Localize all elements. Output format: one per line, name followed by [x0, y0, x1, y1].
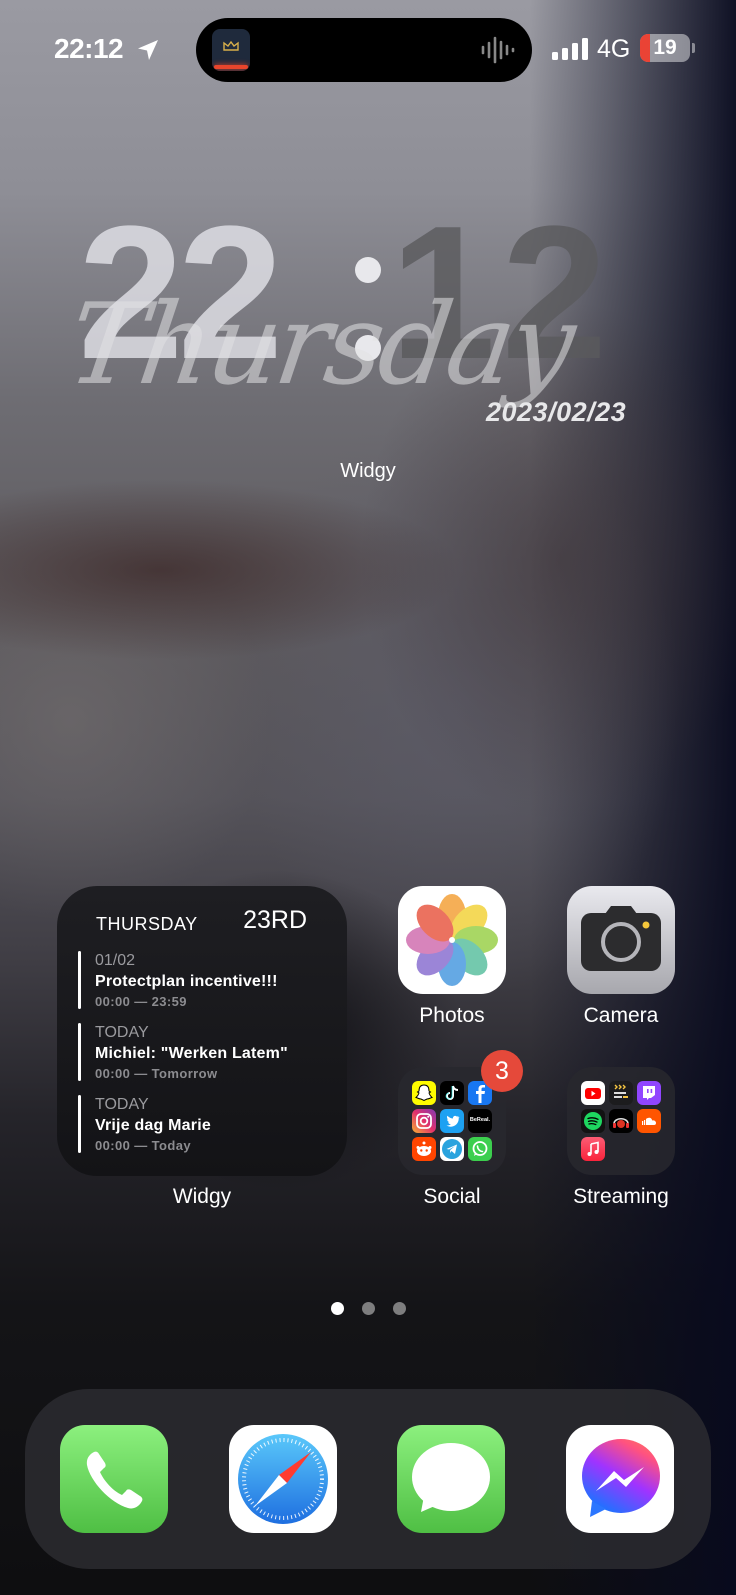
- youtube-icon: [581, 1081, 605, 1105]
- event-when: 01/02: [95, 952, 136, 969]
- cellular-signal-icon: [552, 38, 588, 60]
- bereal-icon: BeReal.: [468, 1109, 492, 1133]
- event-title: Protectplan incentive!!!: [95, 973, 278, 990]
- waveform-icon: [481, 36, 515, 64]
- calendar-day: THURSDAY: [96, 914, 198, 934]
- event-title: Vrije dag Marie: [95, 1117, 211, 1134]
- clock-widget-label: Widgy: [340, 460, 396, 482]
- clock-day-name: Thursday: [60, 280, 579, 410]
- dock-app-phone[interactable]: [60, 1425, 168, 1533]
- event-when: TODAY: [95, 1096, 149, 1113]
- photos-icon: [398, 886, 506, 994]
- dock-app-messages[interactable]: [397, 1425, 505, 1533]
- calendar-event[interactable]: TODAY Vrije dag Marie 00:00 — Today: [78, 1095, 328, 1153]
- safari-icon: [238, 1434, 328, 1524]
- network-type: 4G: [597, 35, 631, 63]
- calendar-date: 23RD: [243, 906, 307, 934]
- app-label: Streaming: [573, 1185, 669, 1208]
- event-title: Michiel: "Werken Latem": [95, 1045, 288, 1062]
- event-when: TODAY: [95, 1024, 149, 1041]
- app-label: Social: [423, 1185, 481, 1208]
- app-photos[interactable]: Photos: [397, 886, 507, 1028]
- telegram-icon: [440, 1137, 464, 1161]
- battery-cap: [692, 43, 695, 53]
- page-indicator[interactable]: [0, 1302, 736, 1315]
- messages-icon: [412, 1443, 490, 1512]
- battery-indicator: 19: [640, 34, 690, 62]
- music-player-icon: [609, 1109, 633, 1133]
- apple-music-icon: [581, 1137, 605, 1161]
- status-time: 22:12: [54, 33, 124, 64]
- dock-app-messenger[interactable]: [566, 1425, 674, 1533]
- calendar-event[interactable]: TODAY Michiel: "Werken Latem" 00:00 — To…: [78, 1023, 328, 1081]
- dock: [25, 1389, 711, 1569]
- soundcloud-icon: [637, 1109, 661, 1133]
- status-bar: 22:12 4G 19: [0, 0, 736, 100]
- app-label: Camera: [583, 1004, 659, 1027]
- calendar-event[interactable]: 01/02 Protectplan incentive!!! 00:00 — 2…: [78, 951, 328, 1009]
- phone-icon: [86, 1451, 143, 1509]
- tiktok-icon: [440, 1081, 464, 1105]
- page-dot-1[interactable]: [330, 1302, 344, 1315]
- dock-app-safari[interactable]: [229, 1425, 337, 1533]
- calendar-widget-label: Widgy: [172, 1185, 232, 1208]
- page-dot-2[interactable]: [361, 1302, 375, 1315]
- app-camera[interactable]: Camera: [566, 886, 676, 1028]
- clock-widget[interactable]: 22 12 Thursday 2023/02/23: [60, 190, 680, 440]
- instagram-icon: [412, 1109, 436, 1133]
- moviebox-icon: [609, 1081, 633, 1105]
- clock-date: 2023/02/23: [486, 397, 627, 427]
- page-dot-3[interactable]: [392, 1302, 406, 1315]
- battery-percent: 19: [653, 36, 677, 59]
- location-arrow-icon: [138, 40, 158, 60]
- dynamic-island[interactable]: [196, 18, 532, 82]
- snapchat-icon: [412, 1081, 436, 1105]
- bereal-label: BeReal.: [469, 1117, 491, 1123]
- twitter-icon: [440, 1109, 464, 1133]
- app-label: Photos: [419, 1004, 485, 1027]
- reddit-icon: [412, 1137, 436, 1161]
- activity-progress-bar: [214, 65, 248, 69]
- folder-icon: [567, 1067, 675, 1175]
- calendar-widget[interactable]: THURSDAY 23RD 01/02 Protectplan incentiv…: [57, 886, 347, 1176]
- camera-icon: [567, 886, 675, 994]
- notification-badge: 3: [481, 1050, 523, 1092]
- whatsapp-icon: [468, 1137, 492, 1161]
- twitch-icon: [637, 1081, 661, 1105]
- event-time: 00:00 — Tomorrow: [95, 1066, 218, 1081]
- spotify-icon: [581, 1109, 605, 1133]
- crown-app-icon[interactable]: [212, 29, 250, 71]
- crown-icon: [223, 41, 239, 51]
- event-time: 00:00 — Today: [95, 1138, 191, 1153]
- folder-streaming[interactable]: Streaming: [566, 1067, 676, 1209]
- event-time: 00:00 — 23:59: [95, 994, 187, 1009]
- messenger-icon: [582, 1439, 660, 1517]
